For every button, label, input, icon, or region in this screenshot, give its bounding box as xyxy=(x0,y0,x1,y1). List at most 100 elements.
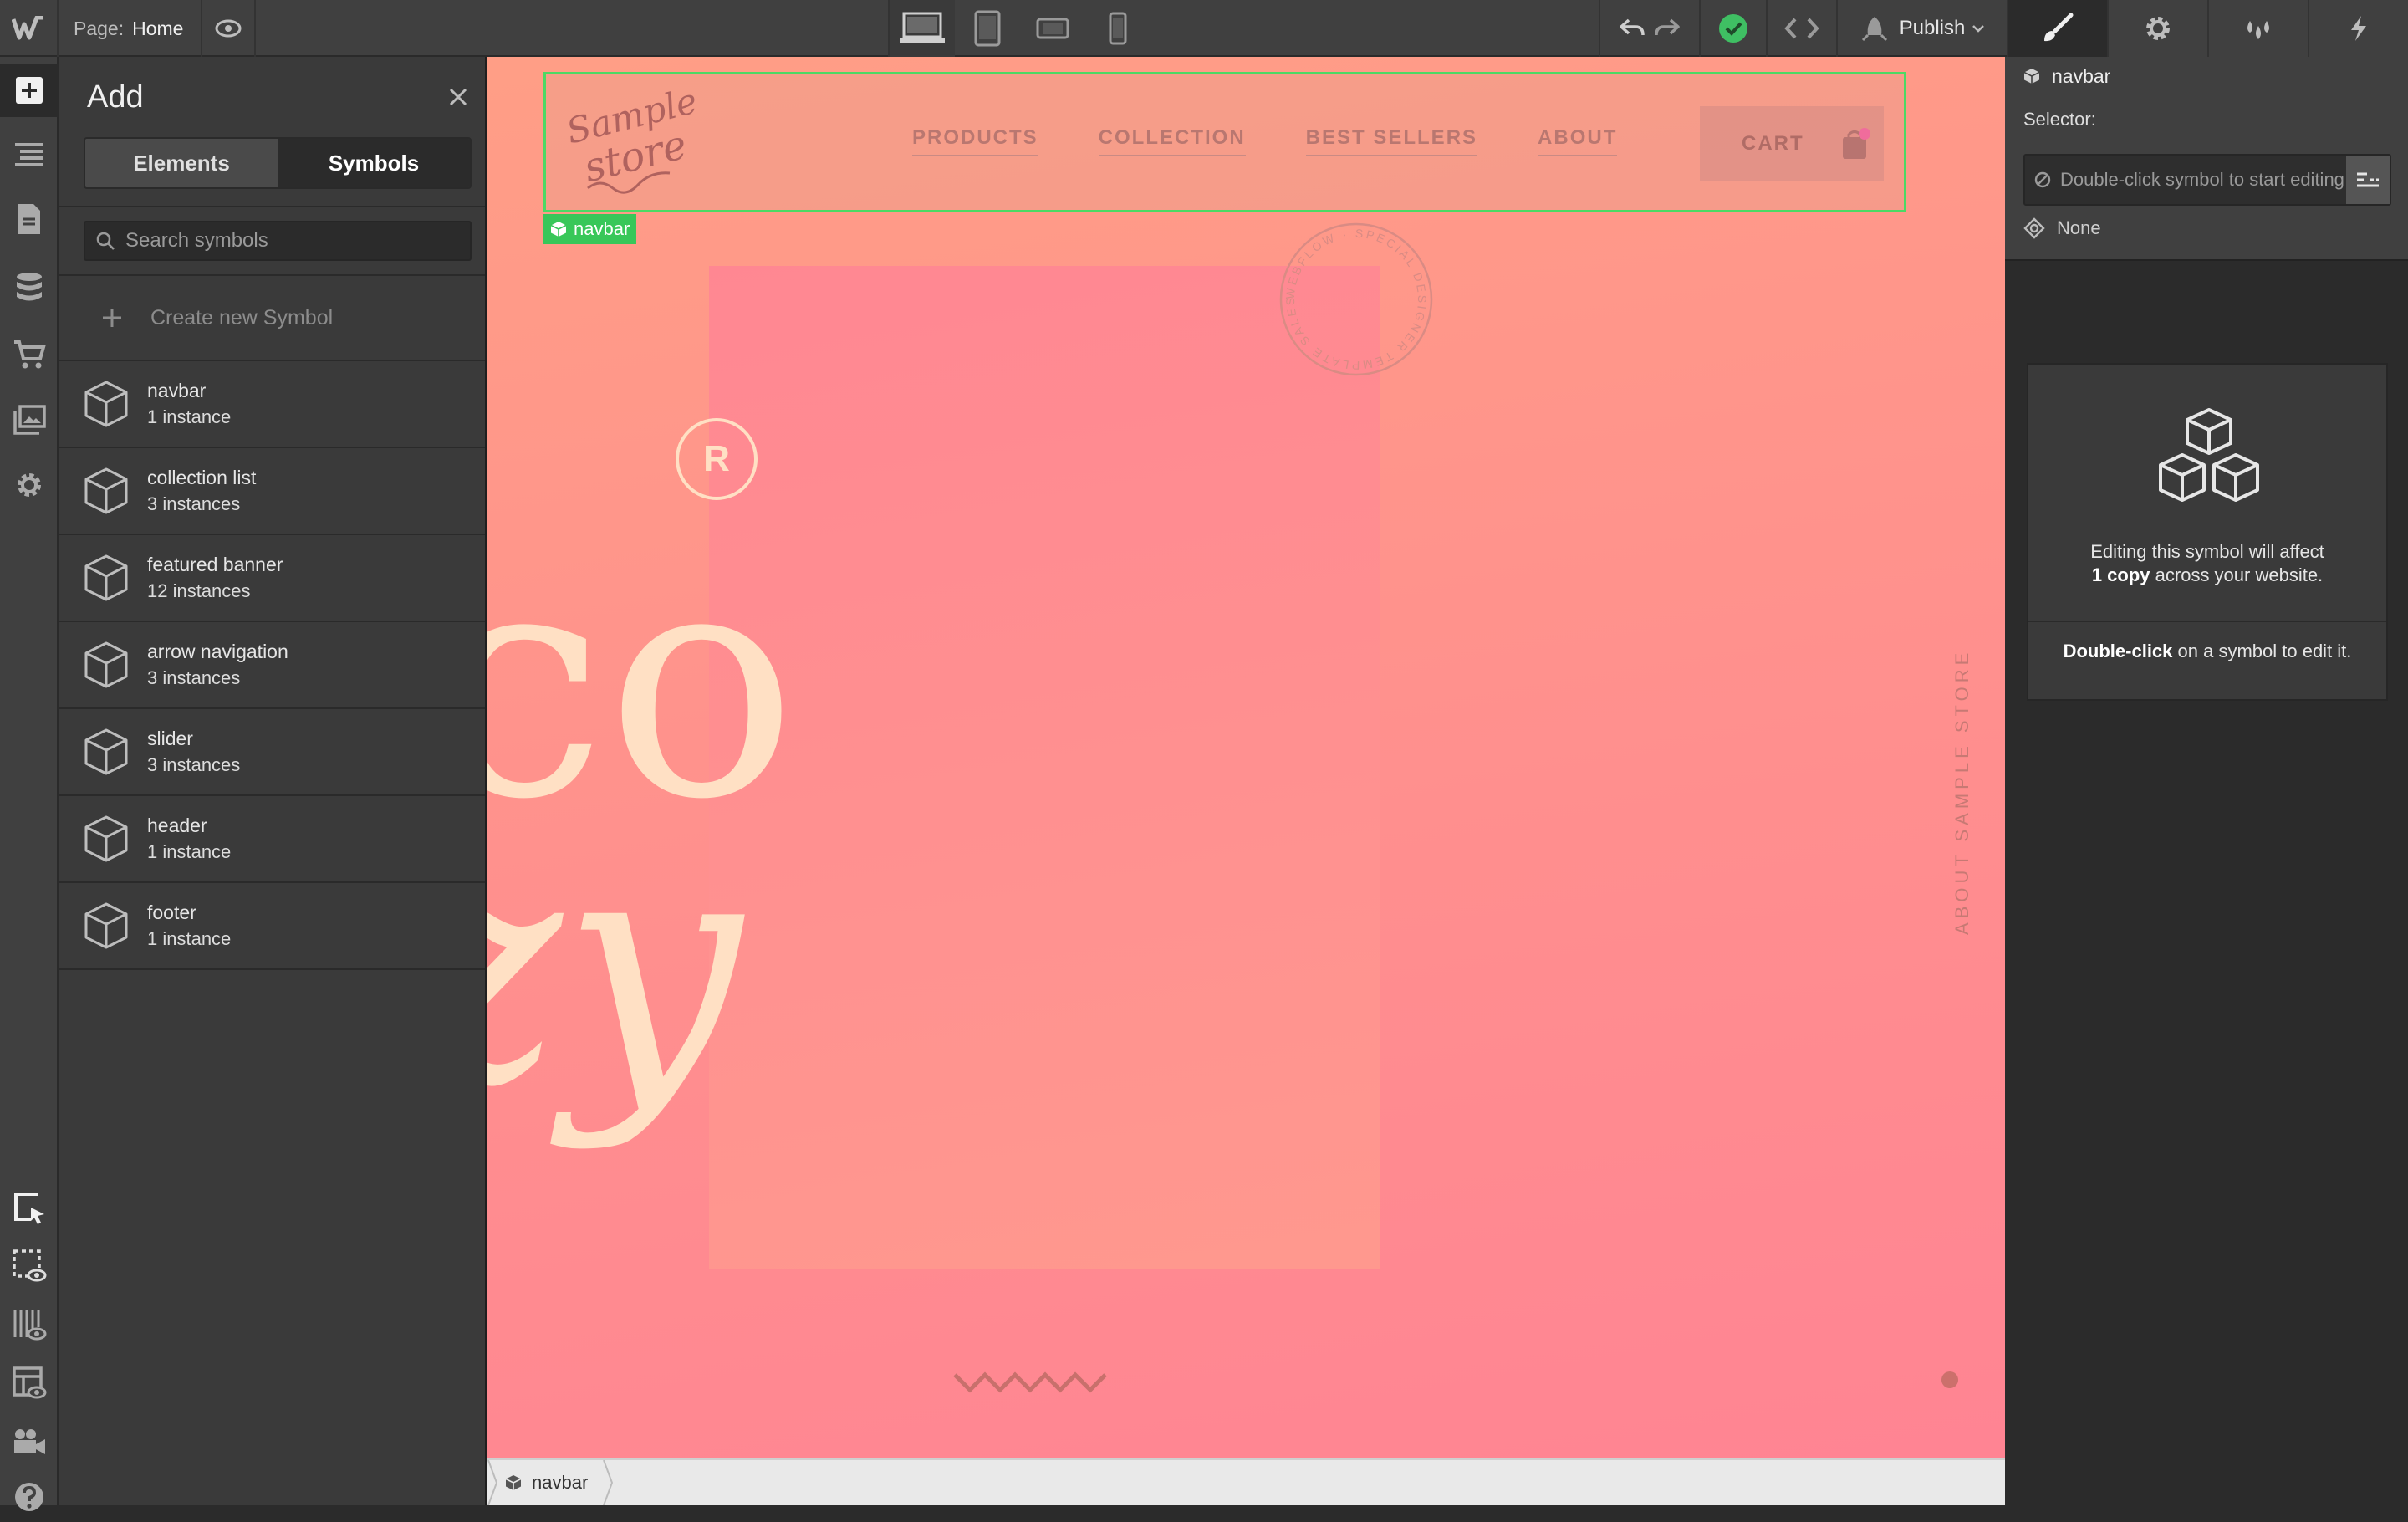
desktop-icon[interactable] xyxy=(890,0,955,57)
symbol-count: 3 instances xyxy=(147,667,241,688)
symbol-item-slider[interactable]: slider 3 instances xyxy=(59,709,485,796)
stamp-badge: WEBFLOW · SPECIAL DESIGNER TEMPLATE SALE… xyxy=(1273,216,1433,376)
selected-element-name: navbar xyxy=(2005,57,2408,95)
gear-icon xyxy=(14,470,44,500)
breadcrumb-label: navbar xyxy=(532,1472,589,1493)
preview-eye-icon[interactable] xyxy=(201,0,256,57)
page-selector[interactable]: Page: Home xyxy=(74,0,183,57)
breadcrumb-item-navbar[interactable]: navbar xyxy=(505,1460,588,1505)
selector-field[interactable]: Double-click symbol to start editing xyxy=(2023,154,2391,206)
redo-icon[interactable] xyxy=(1654,17,1681,40)
show-grid-button[interactable] xyxy=(0,1300,59,1350)
symbol-item-footer[interactable]: footer 1 instance xyxy=(59,883,485,970)
symbol-list: navbar 1 instance collection list 3 instan… xyxy=(59,361,485,970)
cart-button[interactable]: CART xyxy=(1700,106,1884,181)
inheritance-state[interactable]: None xyxy=(2023,217,2101,239)
gear-icon xyxy=(2143,13,2173,43)
list-options-icon xyxy=(2355,171,2380,189)
tab-settings[interactable] xyxy=(2107,0,2207,57)
symbol-count: 1 instance xyxy=(147,406,232,427)
undo-icon[interactable] xyxy=(1619,17,1645,40)
project-settings-button[interactable] xyxy=(0,460,59,510)
add-panel-header: Add xyxy=(59,57,485,137)
symbol-item-navbar[interactable]: navbar 1 instance xyxy=(59,361,485,448)
info-line1: Editing this symbol will affect xyxy=(2090,541,2324,562)
cube-icon xyxy=(84,641,129,689)
breadcrumb-separator xyxy=(487,1460,498,1505)
mobile-portrait-icon[interactable] xyxy=(1085,0,1150,57)
x-ray-button[interactable] xyxy=(0,1241,59,1291)
vertical-side-text: ABOUT SAMPLE STORE xyxy=(1951,648,1972,935)
tab-interactions[interactable] xyxy=(2308,0,2408,57)
none-label: None xyxy=(2057,217,2101,238)
selector-options-button[interactable] xyxy=(2346,156,2390,204)
symbol-name: collection list xyxy=(147,467,257,488)
symbol-name: footer xyxy=(147,901,196,923)
symbol-count: 3 instances xyxy=(147,493,241,514)
symbol-cube-icon xyxy=(550,221,567,237)
tab-style-manager[interactable] xyxy=(2207,0,2308,57)
add-panel-title: Add xyxy=(87,79,144,115)
selector-input[interactable]: Double-click symbol to start editing xyxy=(2025,156,2346,204)
select-element-button[interactable] xyxy=(0,1182,59,1233)
create-symbol-label: Create new Symbol xyxy=(150,305,334,329)
assets-button[interactable] xyxy=(0,395,59,445)
close-icon[interactable] xyxy=(443,82,473,112)
symbol-item-header[interactable]: header 1 instance xyxy=(59,796,485,883)
selector-placeholder: Double-click symbol to start editing xyxy=(2060,169,2344,190)
dashed-eye-icon xyxy=(12,1249,47,1284)
layers-icon xyxy=(13,140,45,168)
layout-preview-button[interactable] xyxy=(0,1358,59,1408)
symbol-info-message: Editing this symbol will affect 1 copy a… xyxy=(2028,540,2386,587)
navbar-symbol-selected[interactable]: Sample store PRODUCTS COLLECTION BEST SE… xyxy=(543,72,1906,212)
tab-symbols[interactable]: Symbols xyxy=(278,139,470,187)
tab-style[interactable] xyxy=(2007,0,2107,57)
tablet-icon[interactable] xyxy=(955,0,1020,57)
cart-label: CART xyxy=(1742,132,1804,155)
images-icon xyxy=(13,405,46,435)
symbol-search xyxy=(84,221,472,261)
slider-dot[interactable] xyxy=(1941,1371,1958,1388)
cubes-icon xyxy=(2159,408,2259,502)
selected-tag-label: navbar xyxy=(574,218,630,239)
add-panel-button[interactable] xyxy=(0,64,59,117)
symbol-info-card: Editing this symbol will affect 1 copy a… xyxy=(2027,363,2388,701)
layout-eye-icon xyxy=(12,1366,47,1401)
code-export-icon[interactable] xyxy=(1766,0,1836,57)
ecommerce-button[interactable] xyxy=(0,329,59,380)
cms-button[interactable] xyxy=(0,263,59,313)
cube-icon xyxy=(84,728,129,776)
search-symbols-input[interactable] xyxy=(124,228,445,253)
nav-link-products[interactable]: PRODUCTS xyxy=(912,126,1038,156)
symbol-item-arrow-navigation[interactable]: arrow navigation 3 instances xyxy=(59,622,485,709)
symbol-count: 1 instance xyxy=(147,841,232,862)
sample-store-logo[interactable]: Sample store xyxy=(563,86,696,195)
chevron-down-icon xyxy=(1972,23,1985,33)
hint-rest: on a symbol to edit it. xyxy=(2172,641,2352,661)
divider xyxy=(2028,621,2386,622)
webflow-logo-icon[interactable] xyxy=(0,0,59,57)
cart-icon xyxy=(13,339,46,370)
nav-link-collection[interactable]: COLLECTION xyxy=(1098,126,1246,156)
search-icon xyxy=(95,231,115,251)
mobile-landscape-icon[interactable] xyxy=(1020,0,1085,57)
design-canvas[interactable]: WEBFLOW · SPECIAL DESIGNER TEMPLATE SALE… xyxy=(487,57,2005,1458)
cube-icon xyxy=(84,815,129,863)
symbol-item-featured-banner[interactable]: featured banner 12 instances xyxy=(59,535,485,622)
tutorials-button[interactable] xyxy=(0,1417,59,1467)
navigator-button[interactable] xyxy=(0,129,59,179)
selector-label: Selector: xyxy=(2023,109,2096,130)
create-new-symbol-button[interactable]: Create new Symbol xyxy=(59,274,485,361)
pages-button[interactable] xyxy=(0,194,59,244)
publish-button[interactable]: Publish xyxy=(1836,0,2007,57)
help-button[interactable] xyxy=(0,1472,59,1522)
nav-link-about[interactable]: ABOUT xyxy=(1538,126,1618,156)
hint-bold: Double-click xyxy=(2063,641,2173,661)
rocket-icon xyxy=(1860,15,1890,42)
nav-link-best-sellers[interactable]: BEST SELLERS xyxy=(1305,126,1478,156)
symbol-item-collection-list[interactable]: collection list 3 instances xyxy=(59,448,485,535)
tab-elements[interactable]: Elements xyxy=(85,139,278,187)
hero-image-block xyxy=(709,266,1380,1269)
grid-eye-icon xyxy=(12,1307,47,1342)
video-camera-icon xyxy=(12,1428,47,1456)
